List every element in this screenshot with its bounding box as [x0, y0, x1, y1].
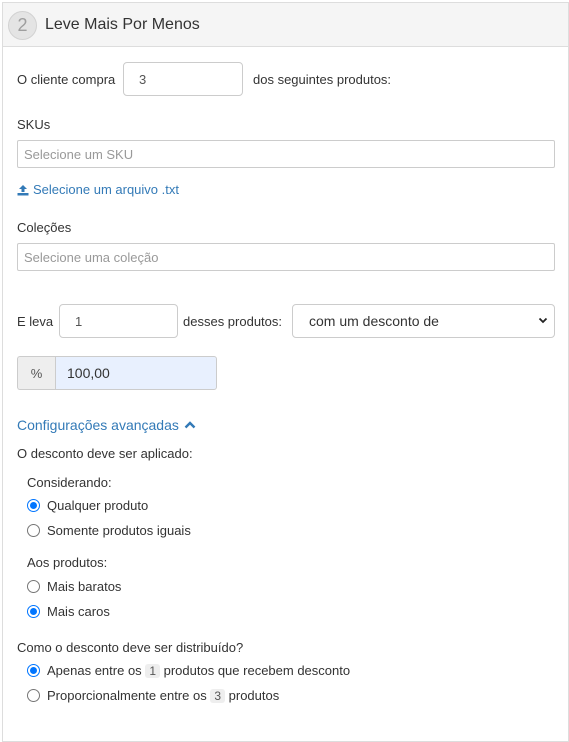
collections-label: Coleções [17, 220, 72, 235]
radio-most-expensive-label: Mais caros [47, 604, 110, 619]
radio-distribute-proportional[interactable] [27, 689, 40, 702]
radio-distribute-discounted-label: Apenas entre os 1 produtos que recebem d… [47, 663, 350, 678]
discount-type-value: com um desconto de [309, 313, 439, 329]
radio-any-product-label: Qualquer produto [47, 498, 149, 513]
discount-type-select[interactable]: com um desconto de [292, 304, 555, 338]
distribution-option1-count: 1 [145, 664, 160, 678]
upload-icon [17, 184, 29, 195]
radio-any-product[interactable] [27, 499, 40, 512]
collection-select-input[interactable]: Selecione uma coleção [17, 243, 555, 271]
radio-distribute-discounted[interactable] [27, 664, 40, 677]
distribution-option1-after: produtos que recebem desconto [163, 663, 351, 678]
buy-quantity-input[interactable]: 3 [123, 62, 243, 96]
radio-cheapest[interactable] [27, 580, 40, 593]
chevron-up-icon [184, 421, 196, 429]
distribution-option2-count: 3 [210, 689, 226, 703]
buy-prefix-label: O cliente compra [17, 72, 116, 87]
advanced-settings-label: Configurações avançadas [17, 417, 179, 433]
take-quantity-input[interactable]: 1 [59, 304, 178, 338]
radio-same-products[interactable] [27, 524, 40, 537]
panel-header: 2 Leve Mais Por Menos [3, 3, 568, 47]
panel-title: Leve Mais Por Menos [45, 16, 200, 33]
radio-same-products-label: Somente produtos iguais [47, 523, 191, 538]
distribution-option1-before: Apenas entre os [47, 663, 142, 678]
step-number: 2 [8, 11, 37, 40]
skus-label: SKUs [17, 117, 51, 132]
discount-value-input[interactable]: 100,00 [55, 356, 217, 390]
radio-distribute-proportional-label: Proporcionalmente entre os 3 produtos [47, 688, 279, 703]
upload-file-link[interactable]: Selecione um arquivo .txt [17, 182, 179, 197]
apply-title: O desconto deve ser aplicado: [17, 446, 193, 461]
percent-addon: % [17, 356, 55, 390]
products-label: Aos produtos: [27, 555, 108, 570]
distribution-option2-after: produtos [228, 688, 280, 703]
advanced-settings-toggle[interactable]: Configurações avançadas [17, 417, 196, 433]
distribution-option2-before: Proporcionalmente entre os [47, 688, 207, 703]
sku-select-input[interactable]: Selecione um SKU [17, 140, 555, 168]
considering-label: Considerando: [27, 475, 112, 490]
radio-cheapest-label: Mais baratos [47, 579, 122, 594]
take-suffix-label: desses produtos: [183, 314, 283, 329]
radio-most-expensive[interactable] [27, 605, 40, 618]
chevron-down-icon [538, 317, 548, 324]
take-prefix-label: E leva [17, 314, 54, 329]
upload-file-link-label: Selecione um arquivo .txt [33, 182, 179, 197]
distribution-label: Como o desconto deve ser distribuído? [17, 640, 244, 655]
buy-suffix-label: dos seguintes produtos: [253, 72, 392, 87]
